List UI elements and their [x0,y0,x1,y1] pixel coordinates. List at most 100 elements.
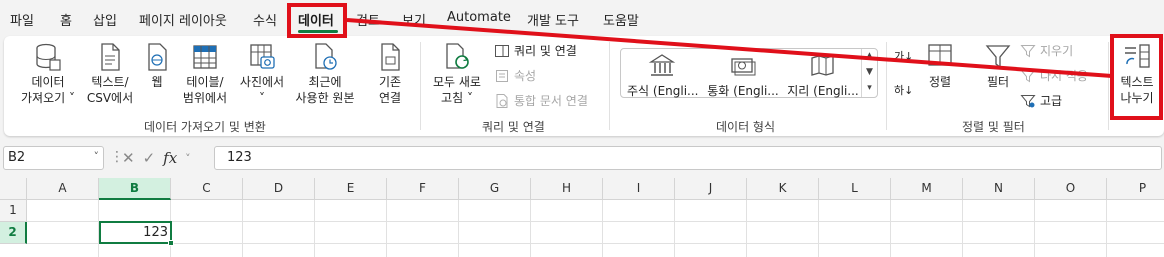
name-box-value: B2 [8,150,26,165]
formula-controls: ✕ ✓ fx ˅ [122,146,212,170]
database-icon [36,43,61,71]
column-header-b[interactable]: B [99,178,171,200]
refresh-all-button[interactable]: 모두 새로 고침 ˅ [424,42,490,106]
refresh-icon [446,43,469,69]
data-type-currencies[interactable]: 통화 (Engli... [707,53,779,99]
get-data-label-2: 가져오기 ˅ [21,91,75,105]
filter-button[interactable]: 필터 [978,42,1018,90]
column-header-l[interactable]: L [819,178,891,200]
data-type-geography-label: 지리 (Engli... [787,84,859,98]
grid-line [242,200,243,257]
tab-home[interactable]: 홈 [60,10,72,29]
from-table-range-button[interactable]: 테이블/ 범위에서 [176,42,234,106]
sort-ascending-button[interactable]: 가↓ [894,48,913,64]
recent-sources-label-1: 최근에 [308,75,342,89]
tab-help[interactable]: 도움말 [603,10,639,29]
advanced-filter-button[interactable]: 고급 [1020,92,1062,109]
tab-file[interactable]: 파일 [10,10,34,29]
column-header-j[interactable]: J [675,178,747,200]
column-header-k[interactable]: K [747,178,819,200]
group-label-get-transform: 데이터 가져오기 및 변환 [144,120,266,134]
tab-page-layout[interactable]: 페이지 레이아웃 [139,10,227,29]
column-header-m[interactable]: M [891,178,963,200]
column-header-n[interactable]: N [963,178,1035,200]
column-header-f[interactable]: F [387,178,459,200]
column-header-a[interactable]: A [27,178,99,200]
recent-file-icon [315,43,337,70]
formula-input[interactable]: 123 [214,146,1162,170]
queries-connections-button[interactable]: 쿼리 및 연결 [494,42,577,59]
from-web-button[interactable]: 웹 [142,42,172,90]
sort-za-icon: 하↓ [894,84,914,97]
text-to-columns-label-2: 나누기 [1120,91,1154,105]
table-icon [193,45,217,69]
fx-dropdown-icon[interactable]: ˅ [185,152,191,165]
column-header-c[interactable]: C [171,178,243,200]
edit-links-label: 통합 문서 연결 [514,94,588,108]
select-all-corner[interactable] [0,178,27,200]
edit-links-button[interactable]: 통합 문서 연결 [494,92,588,109]
row-header-1[interactable]: 1 [0,200,27,222]
gallery-up-icon[interactable]: ▲ [862,51,877,61]
ribbon-tab-bar: 파일 홈 삽입 페이지 레이아웃 수식 데이터 검토 보기 Automate 개… [0,0,1164,36]
active-cell-b2[interactable]: 123 [99,221,172,244]
data-type-geography[interactable]: 지리 (Engli... [787,53,859,99]
sort-button[interactable]: 정렬 [920,42,960,90]
tab-view[interactable]: 보기 [402,10,426,29]
grid-line [818,200,819,257]
column-header-d[interactable]: D [243,178,315,200]
advanced-filter-icon [1020,94,1036,107]
bank-icon [648,54,676,76]
grid-line [27,243,1164,244]
group-label-data-types: 데이터 형식 [716,120,776,134]
grid-line [890,200,891,257]
enter-icon[interactable]: ✓ [143,149,156,167]
column-header-p[interactable]: P [1107,178,1164,200]
recent-sources-button[interactable]: 최근에 사용한 원본 [290,42,360,106]
grid-line [674,200,675,257]
tab-insert[interactable]: 삽입 [93,10,117,29]
fill-handle[interactable] [168,240,174,246]
tab-review[interactable]: 검토 [356,10,380,29]
sort-dialog-icon [928,44,952,66]
tab-automate[interactable]: Automate [447,10,511,25]
name-box-dropdown-icon[interactable]: ˅ [94,150,100,163]
gallery-more-icon[interactable]: ▾ [862,83,877,93]
grid-line [27,221,1164,222]
ribbon-panel: 데이터 가져오기 ˅ 텍스트/ CSV에서 웹 테이블/ 범위에서 사진에서 ˅… [4,36,1164,136]
tab-formulas[interactable]: 수식 [253,10,277,29]
reapply-button[interactable]: 다시 적용 [1020,67,1088,84]
column-header-i[interactable]: I [603,178,675,200]
properties-button[interactable]: 속성 [494,67,536,84]
advanced-label: 고급 [1040,94,1063,108]
data-type-stocks[interactable]: 주식 (Engli... [627,53,699,99]
sort-label: 정렬 [928,75,952,89]
clear-filter-button[interactable]: 지우기 [1020,42,1073,59]
ribbon-separator [609,42,610,130]
column-header-e[interactable]: E [315,178,387,200]
map-icon [811,55,834,76]
workbook-links-icon [496,93,508,108]
currency-icon [731,58,756,76]
column-header-h[interactable]: H [531,178,603,200]
from-text-csv-button[interactable]: 텍스트/ CSV에서 [82,42,138,106]
sort-descending-button[interactable]: 하↓ [894,82,913,98]
sort-az-icon: 가↓ [894,50,914,63]
from-picture-button[interactable]: 사진에서 ˅ [234,42,290,106]
ribbon-separator [420,42,421,130]
column-header-g[interactable]: G [459,178,531,200]
grid-line [962,200,963,257]
get-data-button[interactable]: 데이터 가져오기 ˅ [16,42,80,106]
gallery-scroll[interactable]: ▲ ▼ ▾ [861,49,877,97]
text-to-columns-button[interactable]: 텍스트 나누기 [1114,42,1160,106]
existing-connections-button[interactable]: 기존 연결 [370,42,410,106]
queries-pane-icon [495,44,509,57]
gallery-down-icon[interactable]: ▼ [862,67,877,77]
column-header-o[interactable]: O [1035,178,1107,200]
tab-data[interactable]: 데이터 [298,10,334,29]
tab-developer[interactable]: 개발 도구 [527,10,579,29]
insert-function-icon[interactable]: fx [163,149,177,167]
name-box[interactable]: B2 ˅ [3,146,104,170]
row-header-2[interactable]: 2 [0,222,27,244]
cancel-icon[interactable]: ✕ [122,149,135,167]
